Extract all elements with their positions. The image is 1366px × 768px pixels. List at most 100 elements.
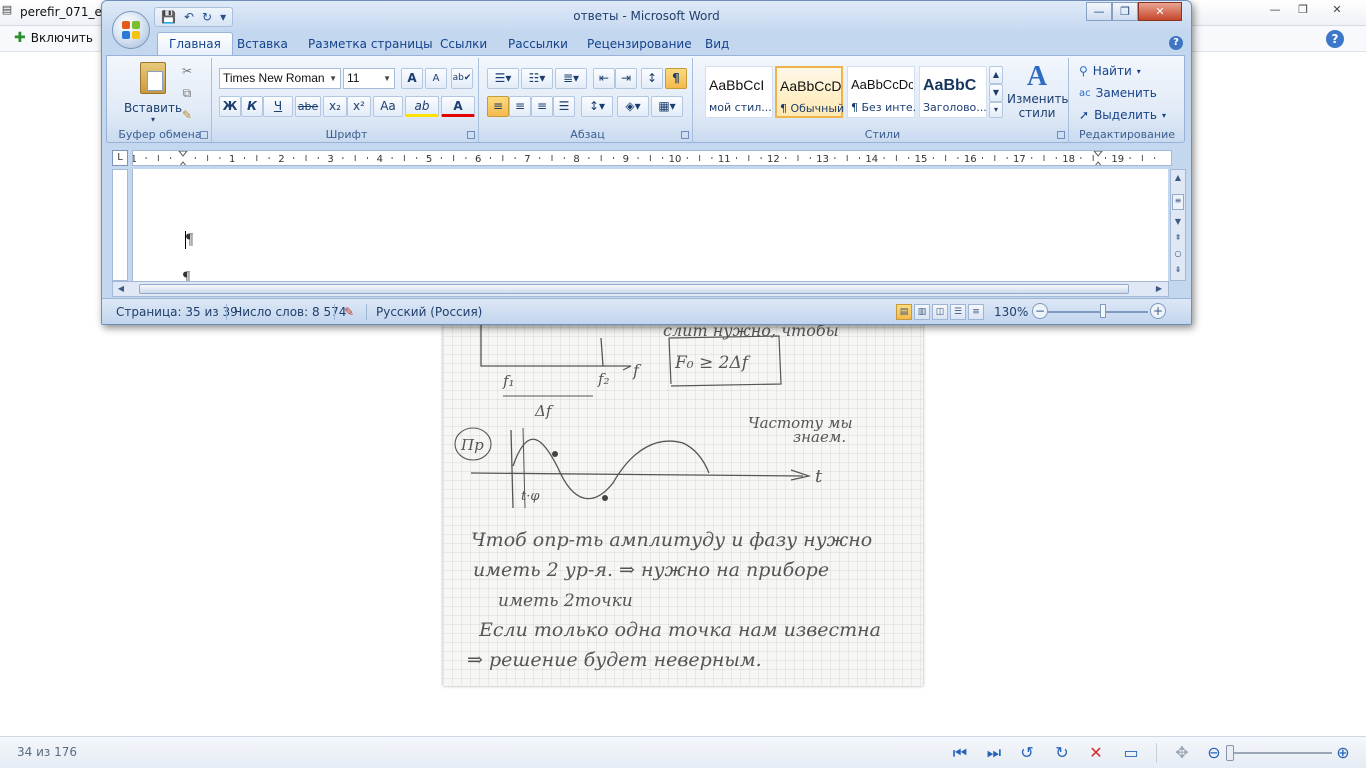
clipboard-launcher-icon[interactable]	[200, 131, 208, 139]
format-painter-icon[interactable]: ✎	[177, 106, 197, 127]
font-family-select[interactable]: Times New Roman ▼	[219, 68, 341, 89]
tab-home[interactable]: Главная	[157, 32, 233, 55]
next-page-icon[interactable]: ⇟	[1172, 264, 1184, 276]
font-size-select[interactable]: 11 ▼	[343, 68, 395, 89]
browse-object-icon[interactable]: ○	[1172, 248, 1184, 260]
find-button[interactable]: ⚲ Найти ▾	[1079, 64, 1141, 78]
last-page-icon[interactable]: ⏭	[984, 743, 1004, 763]
viewer-tab-title[interactable]: perefir_071_ex	[20, 5, 109, 19]
scroll-down-icon[interactable]: ▼	[1172, 216, 1184, 228]
change-case-button[interactable]: Aa	[373, 96, 403, 117]
rotate-left-icon[interactable]: ↺	[1017, 743, 1037, 763]
paragraph-launcher-icon[interactable]	[681, 131, 689, 139]
sort-icon[interactable]: ↕	[641, 68, 663, 89]
change-styles-button[interactable]: A Изменить стили	[1007, 62, 1069, 121]
language-indicator[interactable]: Русский (Россия)	[376, 305, 482, 319]
viewer-zoom-track[interactable]	[1232, 752, 1332, 754]
style-item-custom[interactable]: AaBbCcI мой стил...	[705, 66, 773, 118]
tab-page-layout[interactable]: Разметка страницы	[308, 37, 433, 51]
draft-view-icon[interactable]: ≡	[968, 304, 984, 320]
spelling-status-icon[interactable]: ✎	[344, 305, 354, 319]
style-item-no-spacing[interactable]: AaBbCcDc ¶ Без инте...	[847, 66, 915, 118]
copy-icon[interactable]: ⧉	[177, 84, 197, 105]
horizontal-scrollbar[interactable]: ◀ ▶	[112, 281, 1169, 297]
styles-more-icon[interactable]: ▾	[989, 102, 1003, 118]
superscript-button[interactable]: x²	[347, 96, 371, 117]
justify-icon[interactable]: ☰	[553, 96, 575, 117]
style-item-heading[interactable]: AaBbC Заголово...	[919, 66, 987, 118]
numbering-icon[interactable]: ☷▾	[521, 68, 553, 89]
strikethrough-button[interactable]: abe	[295, 96, 321, 117]
word-count[interactable]: Число слов: 8 574	[234, 305, 346, 319]
word-minimize-button[interactable]: —	[1086, 2, 1112, 21]
shading-icon[interactable]: ◈▾	[617, 96, 649, 117]
viewer-help-icon[interactable]: ?	[1326, 30, 1344, 48]
multilevel-list-icon[interactable]: ≣▾	[555, 68, 587, 89]
zoom-slider[interactable]	[1048, 311, 1148, 313]
zoom-in-icon[interactable]: +	[1150, 303, 1166, 319]
borders-icon[interactable]: ▦▾	[651, 96, 683, 117]
styles-scroll-up-icon[interactable]: ▲	[989, 66, 1003, 84]
word-maximize-button[interactable]: ❐	[1112, 2, 1138, 21]
bold-button[interactable]: Ж	[219, 96, 241, 117]
zoom-level[interactable]: 130%	[994, 305, 1028, 319]
viewer-maximize-button[interactable]: ❐	[1290, 2, 1316, 18]
print-layout-view-icon[interactable]: ▤	[896, 304, 912, 320]
styles-launcher-icon[interactable]	[1057, 131, 1065, 139]
tab-review[interactable]: Рецензирование	[587, 37, 692, 51]
ribbon-help-icon[interactable]: ?	[1169, 36, 1183, 50]
tab-mailings[interactable]: Рассылки	[508, 37, 568, 51]
page-indicator[interactable]: Страница: 35 из 39	[116, 305, 238, 319]
paste-button[interactable]: Вставить ▾	[123, 62, 183, 124]
styles-scroll-down-icon[interactable]: ▼	[989, 84, 1003, 102]
first-page-icon[interactable]: ⏮	[950, 743, 970, 763]
zoom-slider-thumb[interactable]	[1100, 304, 1106, 318]
outline-view-icon[interactable]: ☰	[950, 304, 966, 320]
vertical-scrollbar[interactable]: ▲ ≡ ▼ ⇞ ○ ⇟	[1170, 169, 1186, 281]
zoom-out-icon[interactable]: ⊖	[1204, 743, 1224, 763]
paste-dropdown-icon[interactable]: ▾	[123, 115, 183, 124]
slideshow-icon[interactable]: ▭	[1121, 743, 1141, 763]
decrease-indent-icon[interactable]: ⇤	[593, 68, 615, 89]
cut-icon[interactable]: ✂	[177, 62, 197, 83]
scroll-up-icon[interactable]: ▲	[1172, 172, 1184, 184]
tab-selector[interactable]: L	[112, 150, 128, 166]
scroll-right-icon[interactable]: ▶	[1153, 283, 1165, 295]
shrink-font-button[interactable]: A	[425, 68, 447, 89]
bullets-icon[interactable]: ☰▾	[487, 68, 519, 89]
underline-button[interactable]: Ч	[263, 96, 293, 117]
horizontal-scroll-thumb[interactable]	[139, 284, 1129, 294]
highlight-button[interactable]: ab	[405, 96, 439, 117]
font-color-button[interactable]: A	[441, 96, 475, 117]
grow-font-button[interactable]: A	[401, 68, 423, 89]
zoom-in-icon[interactable]: ⊕	[1333, 743, 1353, 763]
tab-references[interactable]: Ссылки	[440, 37, 487, 51]
tab-insert[interactable]: Вставка	[237, 37, 288, 51]
office-button[interactable]	[112, 11, 150, 49]
line-spacing-icon[interactable]: ↕▾	[581, 96, 613, 117]
font-launcher-icon[interactable]	[467, 131, 475, 139]
align-center-icon[interactable]: ≡	[509, 96, 531, 117]
word-close-button[interactable]: ✕	[1138, 2, 1182, 21]
align-left-icon[interactable]: ≡	[487, 96, 509, 117]
subscript-button[interactable]: x₂	[323, 96, 347, 117]
increase-indent-icon[interactable]: ⇥	[615, 68, 637, 89]
viewer-close-button[interactable]: ✕	[1324, 2, 1350, 18]
rotate-right-icon[interactable]: ↻	[1052, 743, 1072, 763]
document-page[interactable]: ¶ ¶	[132, 169, 1168, 281]
align-right-icon[interactable]: ≡	[531, 96, 553, 117]
web-layout-view-icon[interactable]: ◫	[932, 304, 948, 320]
viewer-zoom-thumb[interactable]	[1226, 745, 1234, 761]
select-button[interactable]: ➚ Выделить ▾	[1079, 108, 1166, 122]
scroll-left-icon[interactable]: ◀	[115, 283, 127, 295]
prev-page-icon[interactable]: ⇞	[1172, 232, 1184, 244]
horizontal-ruler[interactable]: 112345678910111213141516171819	[132, 150, 1172, 166]
clear-format-button[interactable]: ab✔	[451, 68, 473, 89]
show-marks-button[interactable]: ¶	[665, 68, 687, 89]
viewer-enable-button[interactable]: ✚ Включить	[14, 30, 93, 46]
zoom-out-icon[interactable]: −	[1032, 303, 1048, 319]
delete-icon[interactable]: ✕	[1086, 743, 1106, 763]
scroll-thumb[interactable]: ≡	[1172, 194, 1184, 210]
reading-view-icon[interactable]: ▥	[914, 304, 930, 320]
italic-button[interactable]: К	[241, 96, 263, 117]
